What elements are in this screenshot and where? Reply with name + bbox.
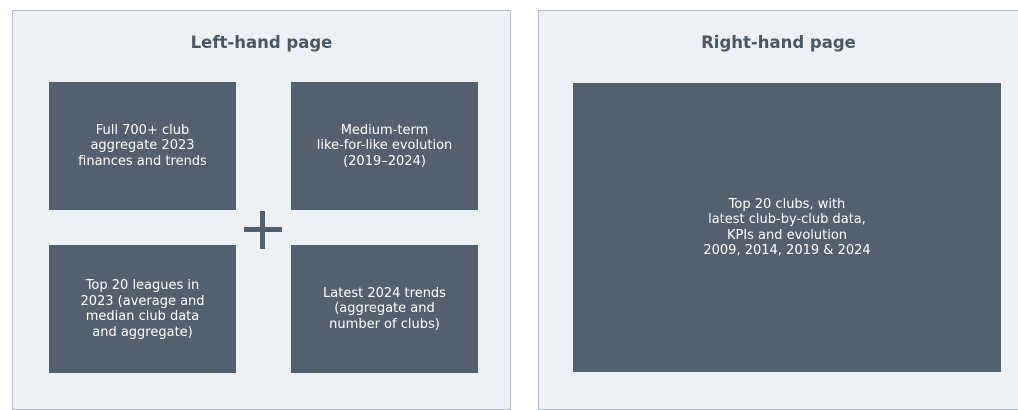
left-hand-page-panel: Left-hand page Full 700+ club aggregate … <box>12 10 511 410</box>
top-20-leagues-box: Top 20 leagues in 2023 (average and medi… <box>49 245 236 373</box>
club-aggregate-box: Full 700+ club aggregate 2023 finances a… <box>49 82 236 210</box>
medium-term-evolution-box: Medium-term like-for-like evolution (201… <box>291 82 478 210</box>
top-20-clubs-box: Top 20 clubs, with latest club-by-club d… <box>573 83 1001 372</box>
left-hand-page-title: Left-hand page <box>190 33 333 52</box>
right-hand-page-title: Right-hand page <box>701 33 856 52</box>
right-hand-page-panel: Right-hand page Top 20 clubs, with lates… <box>538 10 1018 410</box>
plus-icon <box>244 211 282 249</box>
latest-2024-trends-box: Latest 2024 trends (aggregate and number… <box>291 245 478 373</box>
